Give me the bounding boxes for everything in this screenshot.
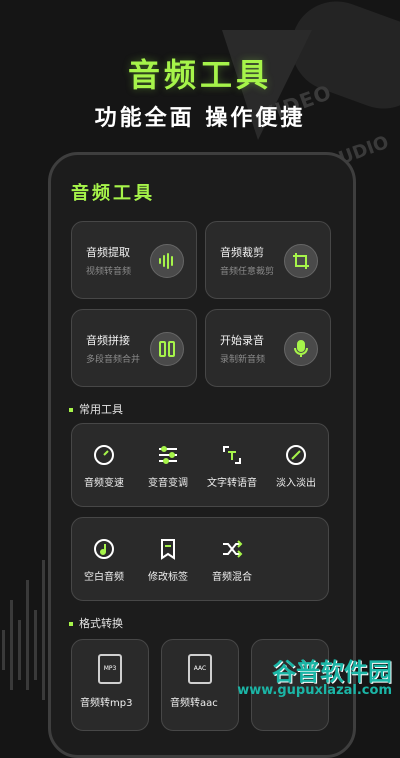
watermark-url: www.gupuxlazal.com bbox=[237, 683, 392, 698]
tool-mix[interactable]: 音频混合 bbox=[200, 538, 264, 583]
tool-pitch[interactable]: 变音变调 bbox=[136, 444, 200, 489]
aac-file-icon: AAC bbox=[188, 654, 212, 684]
app-title: 音频工具 bbox=[71, 183, 155, 204]
music-note-icon bbox=[94, 539, 114, 559]
merge-bars-icon bbox=[150, 332, 184, 366]
watermark-title: 谷普软件园 bbox=[272, 658, 392, 686]
section-title: 格式转换 bbox=[79, 617, 123, 630]
feature-card-subtitle: 视频转音频 bbox=[86, 267, 132, 277]
hero-subtitle: 功能全面 操作便捷 bbox=[94, 106, 306, 131]
format-label: 音频转mp3 bbox=[80, 698, 133, 709]
fade-icon bbox=[286, 445, 306, 465]
common-tools-panel-2: 空白音频 修改标签 音频混合 bbox=[71, 517, 329, 601]
tool-label: 变音变调 bbox=[148, 478, 188, 489]
microphone-icon bbox=[284, 332, 318, 366]
tool-label: 淡入淡出 bbox=[276, 478, 316, 489]
text-to-speech-icon bbox=[223, 446, 241, 464]
section-title: 常用工具 bbox=[79, 403, 123, 416]
section-format-convert: 格式转换 bbox=[69, 615, 123, 631]
tool-fade[interactable]: 淡入淡出 bbox=[264, 444, 328, 489]
tool-blank-audio[interactable]: 空白音频 bbox=[72, 538, 136, 583]
feature-card-record[interactable]: 开始录音 录制新音频 bbox=[205, 309, 331, 387]
feature-card-title: 音频裁剪 bbox=[220, 246, 264, 259]
feature-card-subtitle: 多段音频合并 bbox=[86, 355, 141, 365]
shuffle-icon bbox=[223, 540, 243, 558]
watermark: 谷普软件园 www.gupuxlazal.com bbox=[237, 652, 392, 698]
hero-title: 音频工具 bbox=[127, 56, 272, 94]
feature-card-extract[interactable]: 音频提取 视频转音频 bbox=[71, 221, 197, 299]
tool-label: 修改标签 bbox=[148, 572, 188, 583]
common-tools-panel-1: 音频变速 变音变调 文字转语音 淡入淡出 bbox=[71, 423, 329, 507]
tool-speed[interactable]: 音频变速 bbox=[72, 444, 136, 489]
feature-card-title: 音频拼接 bbox=[86, 334, 130, 347]
tool-label: 文字转语音 bbox=[207, 478, 257, 489]
tool-tts[interactable]: 文字转语音 bbox=[200, 444, 264, 489]
feature-card-title: 开始录音 bbox=[220, 334, 264, 347]
feature-card-subtitle: 录制新音频 bbox=[220, 355, 266, 365]
tool-label: 音频变速 bbox=[84, 478, 124, 489]
waveform-icon bbox=[150, 244, 184, 278]
tool-edit-tag[interactable]: 修改标签 bbox=[136, 538, 200, 583]
tool-label: 音频混合 bbox=[212, 572, 252, 583]
section-common-tools: 常用工具 bbox=[69, 401, 123, 417]
feature-card-subtitle: 音频任意裁剪 bbox=[220, 267, 275, 277]
feature-card-merge[interactable]: 音频拼接 多段音频合并 bbox=[71, 309, 197, 387]
sliders-icon bbox=[159, 446, 177, 464]
crop-icon bbox=[284, 244, 318, 278]
format-card-aac[interactable]: AAC 音频转aac bbox=[161, 639, 239, 731]
mp3-file-icon: MP3 bbox=[98, 654, 122, 684]
feature-card-crop[interactable]: 音频裁剪 音频任意裁剪 bbox=[205, 221, 331, 299]
bookmark-icon bbox=[161, 539, 175, 560]
format-card-mp3[interactable]: MP3 音频转mp3 bbox=[71, 639, 149, 731]
format-label: 音频转aac bbox=[170, 698, 218, 709]
tool-label: 空白音频 bbox=[84, 572, 124, 583]
feature-card-title: 音频提取 bbox=[86, 246, 130, 259]
speedometer-icon bbox=[94, 445, 114, 465]
